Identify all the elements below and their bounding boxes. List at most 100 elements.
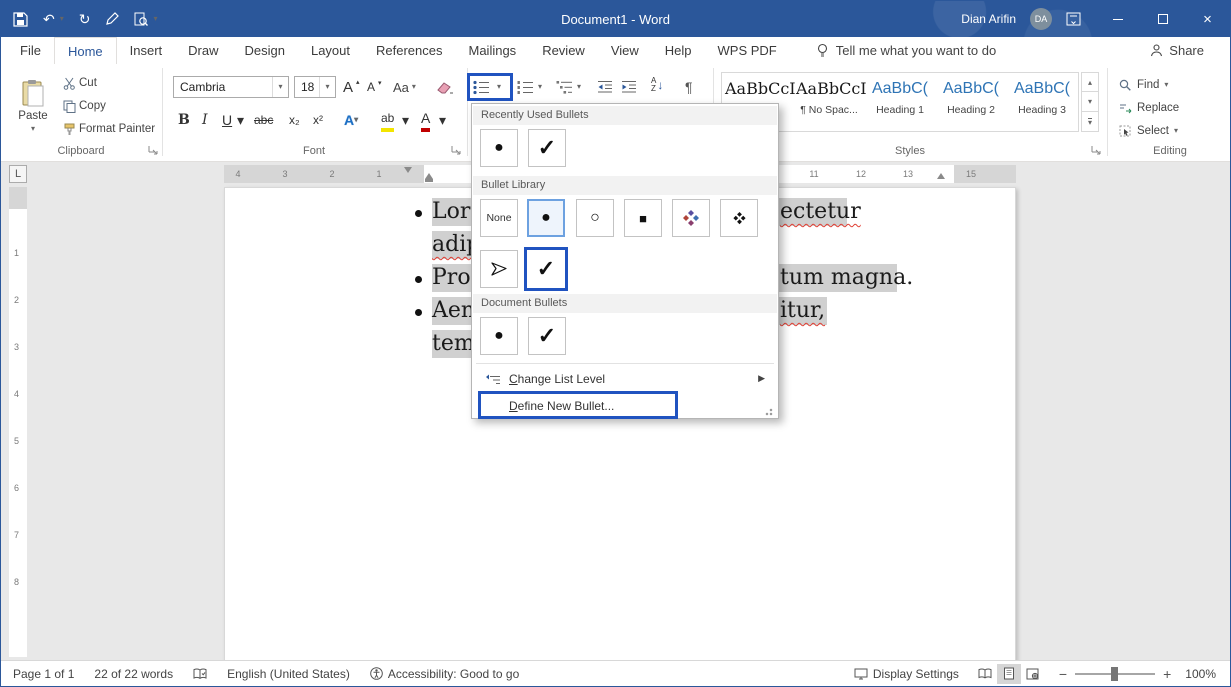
display-settings-button[interactable]: Display Settings [854,667,959,681]
document-bullet-disc[interactable]: ● [480,317,518,355]
recent-bullet-check[interactable]: ✓ [528,129,566,167]
pen-icon[interactable] [105,12,119,26]
format-painter-button[interactable]: Format Painter [63,118,155,140]
left-indent-marker[interactable] [425,179,433,182]
doc-text[interactable]: Aen [432,297,475,325]
library-bullet-none[interactable]: None [480,199,518,237]
tab-references[interactable]: References [363,37,455,64]
tab-home[interactable]: Home [54,37,117,64]
strikethrough-button[interactable]: abc [254,108,273,132]
tab-view[interactable]: View [598,37,652,64]
highlight-color-button[interactable]: ab [381,108,394,132]
ribbon-display-options-icon[interactable] [1066,12,1081,26]
increase-indent-button[interactable] [621,76,637,98]
library-bullet-check-highlighted[interactable]: ✓ [524,247,568,291]
styles-scroll-down[interactable]: ▾ [1081,92,1099,112]
replace-button[interactable]: Replace [1119,97,1179,119]
zoom-out-button[interactable]: − [1059,666,1067,682]
web-layout-button[interactable] [1021,664,1045,684]
tab-help[interactable]: Help [652,37,705,64]
multilevel-list-button[interactable] [556,76,573,98]
underline-button[interactable]: U [222,108,232,132]
language-indicator[interactable]: English (United States) [227,667,350,681]
clear-formatting-button[interactable] [437,76,453,98]
avatar[interactable]: DA [1030,8,1052,30]
italic-button[interactable]: I [202,108,208,132]
bold-button[interactable]: B [178,108,190,132]
font-name-combo[interactable]: Cambria ▾ [173,76,289,98]
first-line-indent-marker[interactable] [404,167,412,173]
clipboard-dialog-launcher[interactable] [148,145,160,157]
share-button[interactable]: Share [1150,37,1230,64]
save-icon[interactable] [13,12,28,27]
text-effects-button[interactable]: A ▾ [344,108,358,132]
close-button[interactable]: × [1185,1,1230,37]
accessibility-status[interactable]: Accessibility: Good to go [370,667,519,681]
grow-font-button[interactable]: A▴ [343,76,360,98]
tab-mailings[interactable]: Mailings [456,37,530,64]
redo-button[interactable]: ↻ [79,11,91,28]
highlight-caret-icon[interactable]: ▾ [402,108,409,132]
recent-bullet-disc[interactable]: ● [480,129,518,167]
library-bullet-arrow[interactable] [480,250,518,288]
styles-more-button[interactable]: ▾ [1081,112,1099,132]
change-list-level-item[interactable]: Change List Level ▶ [473,366,777,391]
numbering-caret-icon[interactable]: ▾ [538,76,542,98]
underline-caret-icon[interactable]: ▾ [237,108,244,132]
font-color-button[interactable]: A [421,108,430,132]
zoom-slider-thumb[interactable] [1111,667,1118,681]
style-heading3[interactable]: AaBbC( Heading 3 [1009,74,1075,128]
multilevel-caret-icon[interactable]: ▾ [577,76,581,98]
tab-review[interactable]: Review [529,37,598,64]
library-bullet-clover[interactable] [672,199,710,237]
zoom-in-button[interactable]: + [1163,666,1171,682]
print-layout-button[interactable] [997,664,1021,684]
cut-button[interactable]: Cut [63,72,97,94]
show-hide-pilcrow-button[interactable]: ¶ [685,76,693,98]
styles-scroll-up[interactable]: ▴ [1081,72,1099,92]
library-bullet-circle[interactable]: ○ [576,199,614,237]
undo-caret-icon[interactable]: ▾ [60,15,64,23]
menu-resize-grip[interactable] [765,406,775,416]
style-no-spacing[interactable]: AaBbCcI ¶ No Spac... [796,74,862,128]
minimize-button[interactable] [1095,1,1140,37]
zoom-slider[interactable] [1075,673,1155,675]
superscript-button[interactable]: x² [313,108,323,132]
paste-button[interactable]: Paste ▾ [9,69,57,142]
change-case-button[interactable]: Aa ▾ [393,76,416,98]
tell-me-box[interactable]: Tell me what you want to do [816,37,996,64]
sort-button[interactable]: A Z ↓ [651,74,663,96]
styles-dialog-launcher[interactable] [1091,145,1103,157]
decrease-indent-button[interactable] [597,76,613,98]
doc-text[interactable]: tum magna. [780,264,913,292]
subscript-button[interactable]: x₂ [289,108,300,132]
select-button[interactable]: Select ▾ [1119,120,1178,142]
shrink-font-button[interactable]: A▾ [367,76,382,98]
account-user-name[interactable]: Dian Arifin [961,12,1016,26]
library-bullet-disc[interactable]: ● [527,199,565,237]
library-bullet-diamonds[interactable] [720,199,758,237]
doc-text[interactable]: ectetur [780,198,861,226]
word-count[interactable]: 22 of 22 words [94,667,173,681]
tab-design[interactable]: Design [232,37,298,64]
font-color-caret-icon[interactable]: ▾ [439,108,446,132]
customize-qat-caret-icon[interactable]: ▾ [153,15,157,23]
style-heading1[interactable]: AaBbC( Heading 1 [867,74,933,128]
doc-text[interactable]: tem [432,330,475,358]
print-preview-icon[interactable] [134,12,148,27]
copy-button[interactable]: Copy [63,95,106,117]
read-mode-button[interactable] [973,664,997,684]
library-bullet-square[interactable]: ■ [624,199,662,237]
find-button[interactable]: Find ▾ [1119,74,1168,96]
tab-stop-selector[interactable]: L [9,165,27,183]
style-heading2[interactable]: AaBbC( Heading 2 [938,74,1004,128]
tab-draw[interactable]: Draw [175,37,231,64]
zoom-level[interactable]: 100% [1185,667,1216,681]
doc-text[interactable]: itur, [780,297,825,325]
tab-layout[interactable]: Layout [298,37,363,64]
undo-button[interactable]: ↶ [43,11,55,28]
font-size-combo[interactable]: 18 ▾ [294,76,336,98]
font-dialog-launcher[interactable] [451,145,463,157]
define-new-bullet-item[interactable]: Define New Bullet... [473,393,777,418]
numbering-button[interactable] [517,76,534,98]
